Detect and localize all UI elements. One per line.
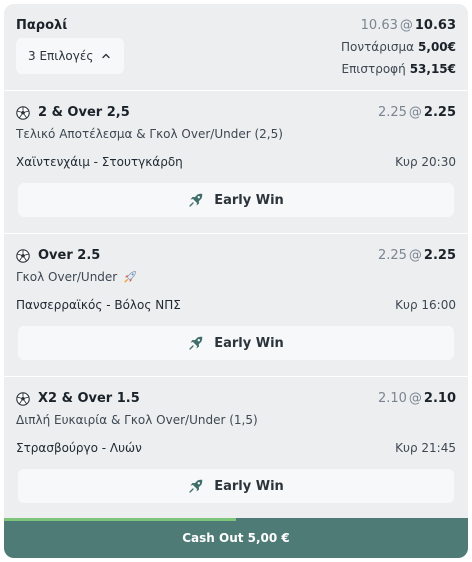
cash-out-progress-bar [4, 518, 236, 521]
selections-toggle-button[interactable]: 3 Επιλογές [16, 38, 124, 74]
bet-title-row: X2 & Over 1.5 [16, 391, 140, 406]
bet-odds-old: 2.25 [377, 248, 407, 263]
odds-at-sign: @ [408, 105, 422, 120]
stake-label: Ποντάρισμα [341, 40, 415, 54]
odds-at-sign: @ [399, 18, 413, 33]
bet-odds-old: 2.25 [377, 105, 407, 120]
bet-event-time: Κυρ 20:30 [395, 155, 456, 169]
early-win-rocket-icon [189, 193, 203, 207]
bet-market: Διπλή Ευκαιρία & Γκολ Over/Under (1,5) [16, 413, 258, 427]
bet-odds-new: 2.10 [423, 391, 456, 406]
cash-out-button[interactable]: Cash Out 5,00 € [4, 518, 468, 558]
return-label: Επιστροφή [341, 62, 406, 76]
bet-selection: X2 & Over 1.5 2.10 @2.10 Διπλή Ευκαιρία &… [4, 377, 468, 519]
bet-event: Στρασβούργο - Λυών [16, 441, 142, 455]
bet-name: Over 2.5 [38, 248, 101, 263]
bet-odds-old: 2.10 [377, 391, 407, 406]
early-win-label: Early Win [214, 478, 284, 494]
early-win-button[interactable]: Early Win [18, 183, 454, 217]
stake-value: 5,00€ [418, 40, 456, 54]
bet-odds: 2.10 @2.10 [378, 391, 456, 406]
chevron-up-icon [102, 53, 111, 59]
return-row: Επιστροφή 53,15€ [342, 62, 457, 76]
bet-selection: Over 2.5 2.25 @2.25 Γκολ Over/Under Πανσε… [4, 234, 468, 376]
bet-title-row: 2 & Over 2,5 [16, 105, 130, 120]
total-odds: 10.63 @10.63 [361, 18, 456, 33]
early-win-label: Early Win [214, 192, 284, 208]
early-win-rocket-icon [189, 336, 203, 350]
early-win-button[interactable]: Early Win [18, 469, 454, 503]
bet-market: Γκολ Over/Under [16, 270, 137, 284]
cash-out-label: Cash Out 5,00 € [182, 531, 290, 545]
early-win-rocket-icon [189, 479, 203, 493]
bet-event-time: Κυρ 21:45 [395, 441, 456, 455]
bet-name: 2 & Over 2,5 [38, 105, 130, 120]
bet-odds: 2.25 @2.25 [378, 248, 456, 263]
return-value: 53,15€ [409, 62, 456, 76]
bet-slip-card: Παρολί 10.63 @10.63 3 Επιλογές Ποντάρισμα… [4, 4, 468, 558]
total-odds-new: 10.63 [414, 18, 456, 33]
bet-type-title: Παρολί [16, 18, 68, 33]
early-win-label: Early Win [214, 335, 284, 351]
bet-market-text: Τελικό Αποτέλεσμα & Γκολ Over/Under (2,5… [16, 127, 283, 141]
stake-row: Ποντάρισμα 5,00€ [341, 40, 456, 54]
bet-slip-header: Παρολί 10.63 @10.63 3 Επιλογές Ποντάρισμα… [4, 4, 468, 90]
bet-event-time: Κυρ 16:00 [395, 298, 456, 312]
bet-odds-new: 2.25 [423, 105, 456, 120]
bet-odds: 2.25 @2.25 [378, 105, 456, 120]
soccer-ball-icon [16, 248, 30, 263]
bet-odds-new: 2.25 [423, 248, 456, 263]
total-odds-old: 10.63 [360, 18, 398, 33]
bet-title-row: Over 2.5 [16, 248, 100, 263]
bet-event: Πανσερραϊκός - Βόλος ΝΠΣ [16, 298, 181, 312]
bet-market: Τελικό Αποτέλεσμα & Γκολ Over/Under (2,5… [16, 127, 283, 141]
rocket-icon [124, 271, 137, 283]
odds-at-sign: @ [408, 248, 422, 263]
soccer-ball-icon [16, 105, 30, 120]
selections-label: 3 Επιλογές [28, 49, 94, 63]
bet-market-text: Γκολ Over/Under [16, 270, 118, 284]
bet-event: Χαϊντενχάιμ - Στουτγκάρδη [16, 155, 183, 169]
bet-selection: 2 & Over 2,5 2.25 @2.25 Τελικό Αποτέλεσμα… [4, 91, 468, 233]
odds-at-sign: @ [408, 391, 422, 406]
early-win-button[interactable]: Early Win [18, 326, 454, 360]
soccer-ball-icon [16, 391, 30, 406]
bet-name: X2 & Over 1.5 [38, 391, 140, 406]
bet-market-text: Διπλή Ευκαιρία & Γκολ Over/Under (1,5) [16, 413, 258, 427]
